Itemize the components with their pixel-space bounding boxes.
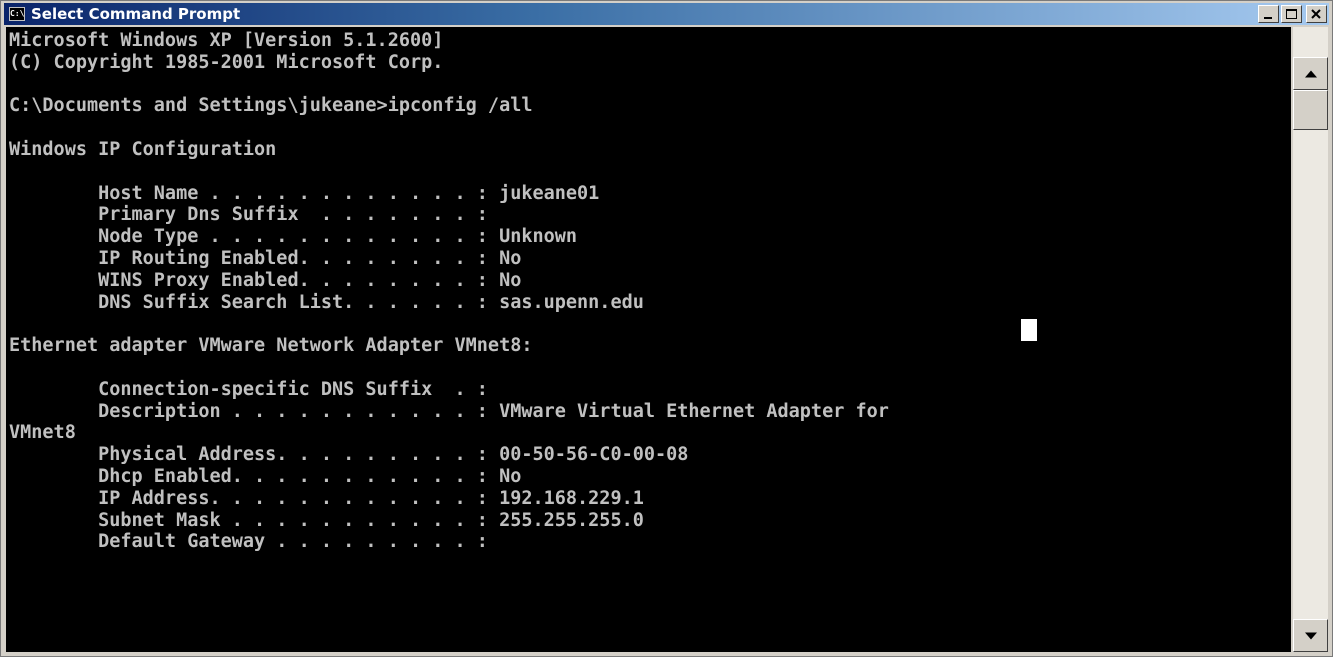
maximize-button[interactable] xyxy=(1281,5,1302,23)
scrollbar-thumb[interactable] xyxy=(1293,90,1328,130)
vertical-scrollbar[interactable] xyxy=(1293,27,1328,652)
console-line: Ethernet adapter VMware Network Adapter … xyxy=(9,335,533,357)
console-line: Connection-specific DNS Suffix . : xyxy=(9,378,488,400)
command-prompt-icon[interactable]: C:\ xyxy=(9,7,25,21)
minimize-icon xyxy=(1264,17,1272,19)
close-icon xyxy=(1311,9,1321,19)
console-line: IP Routing Enabled. . . . . . . . : No xyxy=(9,247,522,269)
console-line: VMnet8 xyxy=(9,422,76,444)
close-button[interactable] xyxy=(1306,5,1327,23)
window-title: Select Command Prompt xyxy=(31,5,241,23)
maximize-icon xyxy=(1286,9,1297,19)
selection-cursor xyxy=(1021,319,1037,341)
console-text: Microsoft Windows XP [Version 5.1.2600] … xyxy=(6,27,1291,553)
console-line: WINS Proxy Enabled. . . . . . . . : No xyxy=(9,269,522,291)
console-output-area[interactable]: Microsoft Windows XP [Version 5.1.2600] … xyxy=(6,27,1291,652)
console-line: Dhcp Enabled. . . . . . . . . . . : No xyxy=(9,465,522,487)
minimize-button[interactable] xyxy=(1258,5,1279,23)
console-line: DNS Suffix Search List. . . . . . : sas.… xyxy=(9,291,644,313)
scroll-up-button[interactable] xyxy=(1293,57,1328,90)
console-line: Host Name . . . . . . . . . . . . : juke… xyxy=(9,182,600,204)
console-line: C:\Documents and Settings\jukeane>ipconf… xyxy=(9,95,533,117)
console-line: Physical Address. . . . . . . . . : 00-5… xyxy=(9,444,689,466)
console-line: Default Gateway . . . . . . . . . : xyxy=(9,531,488,553)
scroll-down-button[interactable] xyxy=(1293,619,1328,652)
console-line: Node Type . . . . . . . . . . . . : Unkn… xyxy=(9,226,578,248)
window-controls xyxy=(1258,5,1327,23)
console-line: IP Address. . . . . . . . . . . . : 192.… xyxy=(9,487,644,509)
arrow-up-icon xyxy=(1304,70,1317,77)
console-line: Description . . . . . . . . . . . : VMwa… xyxy=(9,400,889,422)
command-prompt-window: C:\ Select Command Prompt Microsoft Wind… xyxy=(0,0,1333,657)
title-bar[interactable]: C:\ Select Command Prompt xyxy=(4,3,1329,25)
console-line: Subnet Mask . . . . . . . . . . . : 255.… xyxy=(9,509,644,531)
arrow-down-icon xyxy=(1304,632,1317,639)
console-line: Windows IP Configuration xyxy=(9,138,277,160)
console-line: Primary Dns Suffix . . . . . . . : xyxy=(9,204,488,226)
console-line: Microsoft Windows XP [Version 5.1.2600] xyxy=(9,30,444,51)
console-line: (C) Copyright 1985-2001 Microsoft Corp. xyxy=(9,51,444,73)
